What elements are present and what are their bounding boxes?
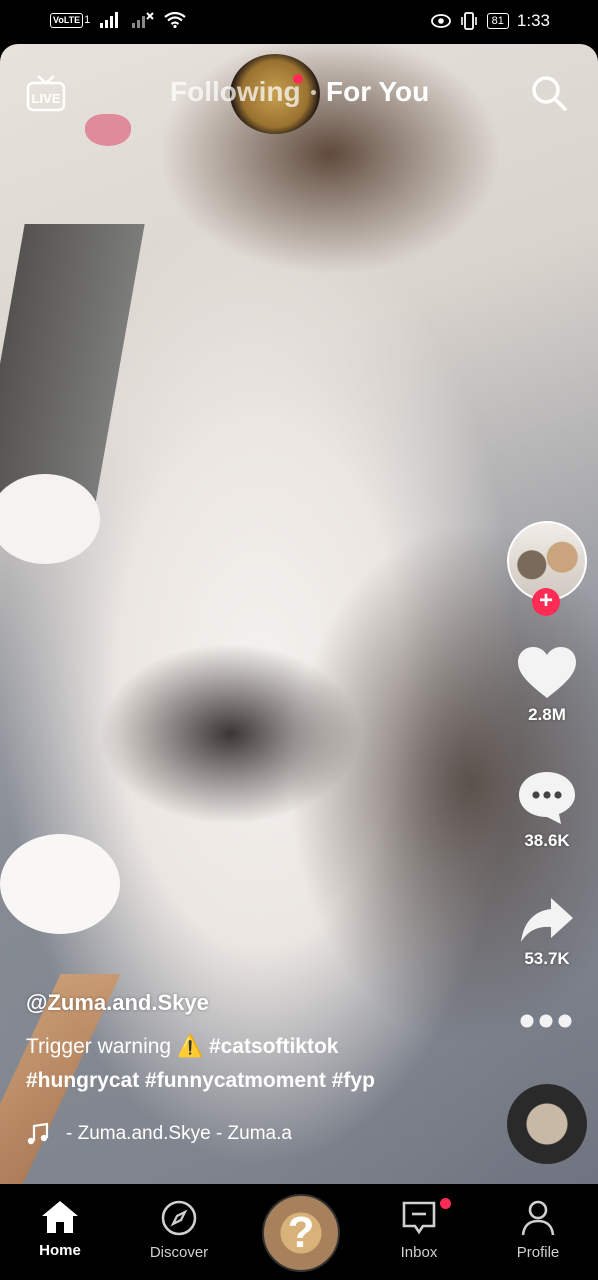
compass-icon — [161, 1200, 197, 1236]
tab-following[interactable]: Following — [170, 76, 301, 108]
tab-separator — [311, 90, 316, 95]
music-note-icon — [27, 1122, 49, 1145]
bottom-nav: Home Discover ? Inbox Profile — [0, 1184, 598, 1280]
music-disc[interactable] — [507, 1084, 587, 1164]
creator-username[interactable]: @Zuma.and.Skye — [26, 990, 466, 1016]
status-bar: VoLTE 1 81 1:33 — [0, 0, 598, 44]
eye-comfort-icon — [430, 14, 451, 28]
live-label: LIVE — [32, 91, 61, 106]
heart-icon — [518, 647, 576, 698]
caption-text: Trigger warning ⚠️ #catsoftiktok #hungry… — [26, 1030, 466, 1098]
more-options-icon[interactable] — [519, 1013, 573, 1029]
share-arrow-icon — [521, 898, 573, 942]
like-button[interactable]: 2.8M — [503, 646, 591, 725]
comment-bubble-icon — [519, 772, 575, 824]
vibrate-icon — [460, 12, 477, 30]
sim-number: 1 — [84, 14, 91, 26]
comment-count: 38.6K — [524, 831, 570, 850]
tab-for-you[interactable]: For You — [326, 76, 429, 108]
caption-line-1: Trigger warning ⚠️ — [26, 1035, 204, 1058]
nav-inbox[interactable]: Inbox — [369, 1200, 469, 1261]
share-button[interactable]: 53.7K — [503, 896, 591, 969]
follow-plus-button[interactable]: + — [532, 588, 560, 616]
nav-profile[interactable]: Profile — [488, 1200, 588, 1261]
hashtag-catsoftiktok[interactable]: #catsoftiktok — [209, 1035, 339, 1058]
clock: 1:33 — [516, 11, 550, 30]
wifi-icon — [164, 12, 186, 28]
nav-inbox-label: Inbox — [400, 1244, 438, 1261]
signal-icon — [100, 12, 119, 28]
search-icon[interactable] — [530, 74, 568, 112]
sound-title: - Zuma.and.Skye - Zuma.a — [66, 1123, 292, 1144]
live-tv-icon[interactable]: LIVE — [26, 74, 66, 112]
profile-person-icon — [521, 1200, 555, 1236]
video-caption: @Zuma.and.Skye Trigger warning ⚠️ #catso… — [26, 990, 466, 1098]
create-button-glyph: ? — [287, 1208, 315, 1257]
battery-level: 81 — [486, 13, 509, 29]
comment-button[interactable]: 38.6K — [503, 770, 591, 851]
like-count: 2.8M — [528, 705, 566, 724]
inbox-message-icon — [402, 1201, 436, 1235]
cat-paw-left — [0, 474, 100, 564]
volte-badge: VoLTE — [50, 12, 84, 28]
create-button[interactable]: ? — [262, 1194, 340, 1272]
home-icon — [42, 1201, 78, 1233]
nav-discover-label: Discover — [149, 1244, 209, 1261]
inbox-notification-dot — [440, 1198, 451, 1209]
top-nav: LIVE Following For You — [0, 44, 598, 144]
sound-info[interactable]: - Zuma.and.Skye - Zuma.a — [26, 1122, 292, 1146]
share-count: 53.7K — [524, 949, 570, 968]
cat-paw-front — [0, 834, 120, 934]
following-notification-dot — [293, 74, 303, 84]
signal-no-service-icon — [132, 12, 155, 28]
background-window — [0, 224, 145, 504]
hashtag-line[interactable]: #hungrycat #funnycatmoment #fyp — [26, 1069, 375, 1092]
nav-home[interactable]: Home — [10, 1200, 110, 1259]
nav-discover[interactable]: Discover — [129, 1200, 229, 1261]
nav-profile-label: Profile — [516, 1244, 560, 1261]
nav-home-label: Home — [39, 1242, 81, 1259]
